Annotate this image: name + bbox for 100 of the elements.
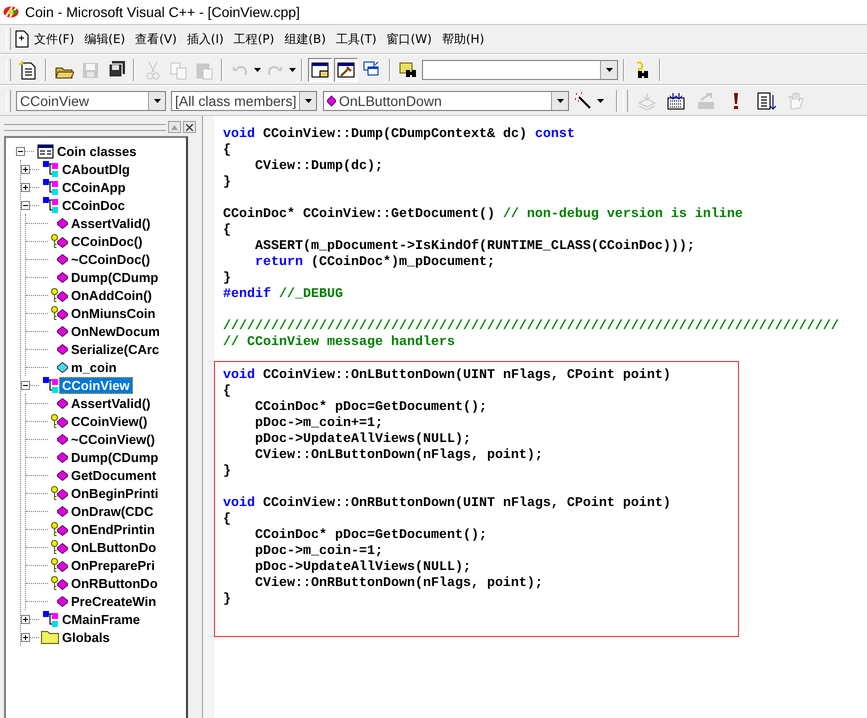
tree-item[interactable]: OnBeginPrinti <box>68 484 162 502</box>
key-method-icon <box>51 234 68 248</box>
window-hammer-icon[interactable] <box>334 58 358 82</box>
collapse-icon[interactable] <box>21 200 30 210</box>
method-icon <box>57 506 68 516</box>
tree-item[interactable]: Dump(CDump <box>68 448 162 466</box>
code-editor[interactable] <box>215 116 867 718</box>
key-method-icon <box>51 288 68 302</box>
code-line: void CCoinView::OnRButtonDown(UINT nFlags, CPoint point) <box>223 496 672 512</box>
key-method-icon <box>51 486 68 500</box>
class-icon <box>42 160 59 178</box>
tree-item[interactable]: AssertValid() <box>68 394 154 412</box>
menu-item[interactable]: 编辑(E) <box>80 28 130 50</box>
method-icon <box>57 272 68 282</box>
method-icon <box>57 596 68 606</box>
method-icon <box>57 398 68 408</box>
tree-item[interactable]: m_coin <box>68 358 120 376</box>
tree-item[interactable]: ~CCoinView() <box>68 430 158 448</box>
dropdown-caret-icon <box>597 98 604 102</box>
tree-item[interactable]: CMainFrame <box>59 610 144 628</box>
menu-item[interactable]: 工具(T) <box>332 28 381 50</box>
app-logo-icon <box>3 6 19 18</box>
tree-item[interactable]: GetDocument <box>68 466 160 484</box>
class-icon <box>42 196 59 214</box>
menu-item[interactable]: 查看(V) <box>131 28 181 50</box>
expand-icon[interactable] <box>21 164 30 174</box>
find-combo[interactable] <box>422 60 618 80</box>
tree-item[interactable]: OnNewDocum <box>68 322 163 340</box>
window-title: Coin - Microsoft Visual C++ - [CoinView.cpp] <box>25 4 300 20</box>
method-icon <box>57 434 68 444</box>
method-icon <box>57 218 68 228</box>
tree-item[interactable]: Globals <box>59 628 113 646</box>
tree-item[interactable]: OnDraw(CDC <box>68 502 156 520</box>
tree-item[interactable]: CCoinApp <box>59 178 129 196</box>
dropdown-caret-icon <box>154 98 160 102</box>
menu-item[interactable]: 工程(P) <box>230 28 278 50</box>
class-icon <box>42 178 59 196</box>
classes-icon <box>37 144 54 158</box>
class-icon <box>42 610 59 628</box>
method-icon <box>57 452 68 462</box>
menu-item[interactable]: 窗口(W) <box>382 28 436 50</box>
code-line: void CCoinView::Dump(CDumpContext& dc) const <box>223 127 576 143</box>
dropdown-caret-icon <box>556 98 564 102</box>
tree-item[interactable]: AssertValid() <box>68 214 154 232</box>
code-line: pDoc->UpdateAllViews(NULL); <box>254 432 472 448</box>
document-icon[interactable] <box>14 30 30 48</box>
key-method-icon <box>51 414 68 428</box>
variable-icon <box>57 362 68 372</box>
code-line: } <box>223 175 232 191</box>
tree-item[interactable]: PreCreateWin <box>68 592 160 610</box>
menu-item[interactable]: 文件(F) <box>30 28 78 50</box>
code-line: CView::OnLButtonDown(nFlags, point); <box>254 448 544 464</box>
key-method-icon <box>51 522 68 536</box>
tree-item[interactable]: OnAddCoin() <box>68 286 155 304</box>
window-panel-icon[interactable] <box>308 58 332 82</box>
tree-item[interactable]: CCoinView() <box>68 412 150 430</box>
collapse-icon[interactable] <box>16 146 25 156</box>
tree-item[interactable]: Serialize(CArc <box>68 340 162 358</box>
code-line: CCoinDoc* CCoinView::GetDocument() // non-debug version is inline <box>223 207 744 223</box>
tree-item[interactable]: OnMiunsCoin <box>68 304 158 322</box>
key-method-icon <box>51 576 68 590</box>
tree-item[interactable]: CCoinView <box>59 376 133 394</box>
tree-item[interactable]: Dump(CDump <box>68 268 162 286</box>
class-combo[interactable]: CCoinView <box>16 90 166 110</box>
code-line: ///////////////////////////////////////////////////////////////////////////// <box>223 319 840 335</box>
tree-item[interactable]: CCoinDoc <box>59 196 128 214</box>
code-line: CCoinDoc* pDoc=GetDocument(); <box>254 400 488 416</box>
expand-icon[interactable] <box>21 632 30 642</box>
tree-item[interactable]: Coin classes <box>54 142 140 160</box>
menu-item[interactable]: 组建(B) <box>280 28 330 50</box>
code-line: } <box>223 271 232 287</box>
menu-item[interactable]: 插入(I) <box>182 28 228 50</box>
method-icon <box>57 344 68 354</box>
code-line: #endif //_DEBUG <box>223 287 344 303</box>
tree-item[interactable]: CCoinDoc() <box>68 232 146 250</box>
code-line: pDoc->m_coin-=1; <box>254 544 384 560</box>
member-combo[interactable]: OnLButtonDown <box>323 90 569 110</box>
code-line: { <box>223 512 232 528</box>
dropdown-caret-icon <box>289 68 296 72</box>
key-method-icon <box>51 558 68 572</box>
code-line: // CCoinView message handlers <box>223 335 456 351</box>
tree-item[interactable]: OnEndPrintin <box>68 520 158 538</box>
collapse-icon[interactable] <box>21 380 30 390</box>
tree-item[interactable]: OnRButtonDo <box>68 574 161 592</box>
method-icon <box>57 326 68 336</box>
tree-item[interactable]: OnPreparePri <box>68 556 158 574</box>
tree-item[interactable]: OnLButtonDo <box>68 538 160 556</box>
filter-combo[interactable]: [All class members] <box>171 90 317 110</box>
key-method-icon <box>51 540 68 554</box>
code-line: CCoinDoc* pDoc=GetDocument(); <box>254 528 488 544</box>
tree-item[interactable]: CAboutDlg <box>59 160 133 178</box>
code-line: { <box>223 384 232 400</box>
close-icon[interactable] <box>183 121 196 133</box>
code-line: } <box>223 464 232 480</box>
tree-item[interactable]: ~CCoinDoc() <box>68 250 154 268</box>
key-method-icon <box>51 306 68 320</box>
code-line: CView::Dump(dc); <box>254 159 384 175</box>
menu-item[interactable]: 帮助(H) <box>438 28 488 50</box>
expand-icon[interactable] <box>21 614 30 624</box>
expand-icon[interactable] <box>21 182 30 192</box>
